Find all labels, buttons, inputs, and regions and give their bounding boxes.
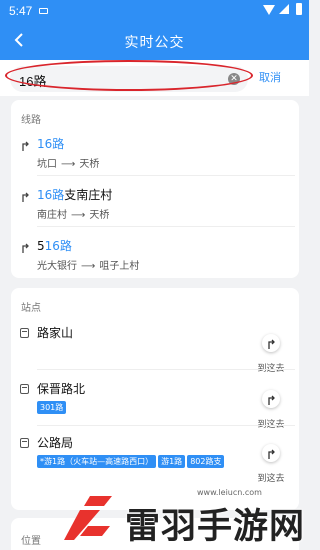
watermark-brand: 雷羽手游网 bbox=[125, 506, 306, 547]
stop-name: 公路局 bbox=[37, 436, 74, 450]
go-here-label: 到这去 bbox=[257, 420, 285, 430]
app-header: 实时公交 bbox=[0, 22, 309, 60]
bus-stop-icon bbox=[20, 384, 29, 394]
stops-card: 站点 路家山 到这去 保晋路北 301路 到这去 公路局 *游1路（火车站—高速… bbox=[11, 288, 299, 510]
right-arrow-icon: ⟶ bbox=[71, 210, 86, 221]
stop-name: 路家山 bbox=[37, 326, 74, 340]
lines-section-label: 线路 bbox=[21, 115, 41, 126]
go-here-label: 到这去 bbox=[257, 474, 285, 484]
bus-stop-icon bbox=[20, 328, 29, 338]
stop-lines: *游1路（火车站—高速路西口） 游1路 802路支 bbox=[37, 455, 253, 474]
line-tag[interactable]: 802路支 bbox=[187, 455, 225, 468]
stop-name: 保晋路北 bbox=[37, 382, 86, 396]
divider bbox=[37, 226, 295, 227]
divider bbox=[37, 369, 295, 370]
line-tag[interactable]: 301路 bbox=[37, 401, 67, 414]
turn-arrow-icon bbox=[22, 243, 29, 253]
status-time: 5:47 bbox=[9, 4, 33, 18]
stop-lines: 301路 bbox=[37, 401, 68, 420]
position-section-label: 位置 bbox=[21, 536, 41, 547]
go-here-label: 到这去 bbox=[257, 364, 285, 374]
watermark-domain: www.leiucn.com bbox=[197, 488, 262, 497]
watermark: www.leiucn.com 雷羽手游网 bbox=[60, 488, 309, 550]
battery-icon bbox=[296, 3, 302, 15]
stops-section-label: 站点 bbox=[21, 303, 41, 314]
right-arrow-icon: ⟶ bbox=[61, 159, 76, 170]
divider bbox=[37, 425, 295, 426]
line-name: 16路支南庄村 bbox=[37, 188, 113, 202]
signal-icon bbox=[279, 4, 289, 14]
notification-icon bbox=[39, 8, 48, 14]
wifi-icon bbox=[263, 5, 275, 15]
navigate-icon bbox=[262, 444, 280, 462]
line-route: 南庄村 ⟶ 天桥 bbox=[37, 210, 110, 221]
divider bbox=[37, 175, 295, 176]
clear-circle-icon[interactable]: ✕ bbox=[228, 73, 240, 85]
line-route: 光大银行 ⟶ 咀子上村 bbox=[37, 261, 140, 272]
navigate-icon bbox=[262, 390, 280, 408]
turn-arrow-icon bbox=[22, 192, 29, 202]
lines-card: 线路 16路 坑口 ⟶ 天桥 16路支南庄村 南庄村 ⟶ 天桥 516路 光大银行 ⟶ 咀子… bbox=[11, 100, 299, 278]
line-name: 16路 bbox=[37, 137, 65, 151]
line-route: 坑口 ⟶ 天桥 bbox=[37, 159, 100, 170]
line-tag[interactable]: 游1路 bbox=[158, 455, 186, 468]
bus-stop-icon bbox=[20, 438, 29, 448]
cancel-button[interactable]: 取消 bbox=[259, 69, 281, 85]
brand-logo-icon bbox=[64, 496, 112, 540]
search-input[interactable]: 16路 ✕ bbox=[10, 66, 248, 92]
navigate-icon bbox=[262, 334, 280, 352]
right-arrow-icon: ⟶ bbox=[81, 261, 96, 272]
search-input-value[interactable]: 16路 bbox=[19, 71, 46, 90]
status-bar: 5:47 bbox=[0, 0, 309, 22]
page-title: 实时公交 bbox=[124, 35, 185, 51]
turn-arrow-icon bbox=[22, 141, 29, 151]
line-name: 516路 bbox=[37, 239, 72, 253]
line-tag[interactable]: *游1路（火车站—高速路西口） bbox=[37, 455, 157, 468]
